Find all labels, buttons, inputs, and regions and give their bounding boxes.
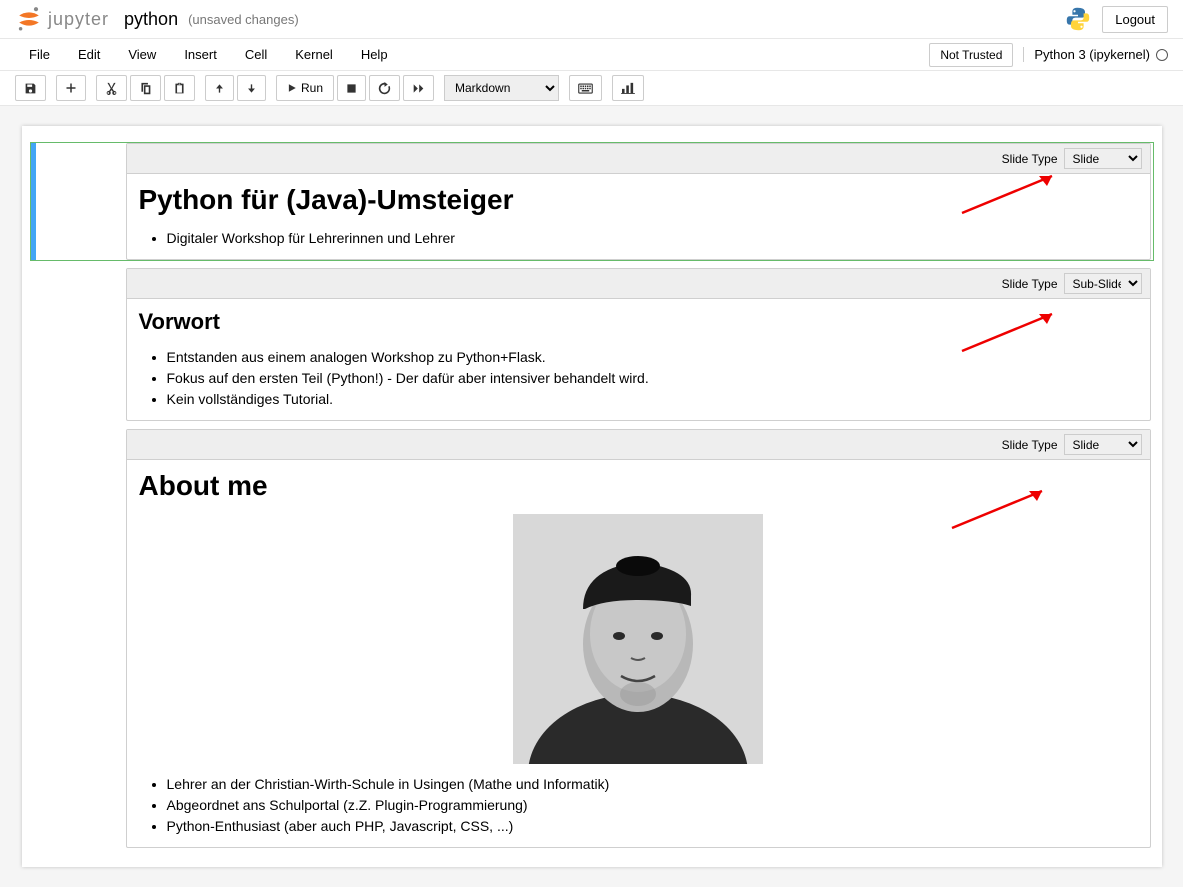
cut-icon (105, 82, 118, 95)
jupyter-logo-text: jupyter (48, 9, 109, 30)
cell-type-select[interactable]: Markdown (444, 75, 559, 101)
save-button[interactable] (15, 75, 46, 101)
fast-forward-icon (412, 83, 425, 94)
notebook-area: Slide Type Slide Python für (Java)-Umste… (0, 106, 1183, 887)
copy-icon (139, 82, 152, 95)
cell-toolbar: Slide Type Sub-Slide (127, 269, 1150, 299)
bar-chart-icon (621, 82, 635, 94)
slide-type-select[interactable]: Slide (1064, 434, 1142, 455)
not-trusted-button[interactable]: Not Trusted (929, 43, 1013, 67)
header-bar: jupyter python (unsaved changes) Logout (0, 0, 1183, 39)
move-up-button[interactable] (205, 75, 234, 101)
list-item: Entstanden aus einem analogen Workshop z… (167, 347, 1138, 368)
toolbar: Run Markdown (0, 71, 1183, 106)
restart-run-all-button[interactable] (403, 75, 434, 101)
slide-type-label: Slide Type (1002, 438, 1058, 452)
cell-bullet-list: Digitaler Workshop für Lehrerinnen und L… (139, 228, 1138, 249)
plus-icon (65, 82, 77, 94)
cell-heading: Python für (Java)-Umsteiger (139, 184, 1138, 216)
menu-help[interactable]: Help (347, 39, 402, 70)
cell-content[interactable]: About me Leh (127, 460, 1150, 847)
arrow-down-icon (246, 83, 257, 94)
insert-cell-button[interactable] (56, 75, 86, 101)
paste-icon (173, 82, 186, 95)
paste-button[interactable] (164, 75, 195, 101)
kernel-idle-icon (1156, 49, 1168, 61)
logout-button[interactable]: Logout (1102, 6, 1168, 33)
stop-icon (346, 83, 357, 94)
menu-edit[interactable]: Edit (64, 39, 114, 70)
save-status: (unsaved changes) (188, 12, 299, 27)
list-item: Lehrer an der Christian-Wirth-Schule in … (167, 774, 1138, 795)
cell-2[interactable]: Slide Type Slide About me (30, 428, 1154, 849)
portrait-photo (513, 514, 763, 764)
cell-prompt (36, 429, 126, 848)
run-label: Run (301, 81, 323, 95)
cell-content[interactable]: Vorwort Entstanden aus einem analogen Wo… (127, 299, 1150, 420)
list-item: Fokus auf den ersten Teil (Python!) - De… (167, 368, 1138, 389)
menu-insert[interactable]: Insert (170, 39, 231, 70)
copy-button[interactable] (130, 75, 161, 101)
cell-prompt (36, 143, 126, 260)
arrow-up-icon (214, 83, 225, 94)
keyboard-icon (578, 83, 593, 94)
cell-content[interactable]: Python für (Java)-Umsteiger Digitaler Wo… (127, 174, 1150, 259)
restart-icon (378, 82, 391, 95)
slide-type-label: Slide Type (1002, 277, 1058, 291)
menu-file[interactable]: File (15, 39, 64, 70)
notebook-name[interactable]: python (124, 9, 178, 30)
cell-body: Slide Type Slide Python für (Java)-Umste… (126, 143, 1151, 260)
cell-body: Slide Type Sub-Slide Vorwort Entstanden … (126, 268, 1151, 421)
list-item: Digitaler Workshop für Lehrerinnen und L… (167, 228, 1138, 249)
cell-heading: About me (139, 470, 1138, 502)
cell-bullet-list: Lehrer an der Christian-Wirth-Schule in … (139, 774, 1138, 837)
cell-0[interactable]: Slide Type Slide Python für (Java)-Umste… (30, 142, 1154, 261)
restart-button[interactable] (369, 75, 400, 101)
menu-cell[interactable]: Cell (231, 39, 281, 70)
cut-button[interactable] (96, 75, 127, 101)
slideshow-button[interactable] (612, 75, 644, 101)
slide-type-label: Slide Type (1002, 152, 1058, 166)
jupyter-logo[interactable]: jupyter (15, 5, 109, 33)
list-item: Abgeordnet ans Schulportal (z.Z. Plugin-… (167, 795, 1138, 816)
kernel-name[interactable]: Python 3 (ipykernel) (1023, 47, 1168, 62)
menu-kernel[interactable]: Kernel (281, 39, 347, 70)
menu-view[interactable]: View (114, 39, 170, 70)
interrupt-button[interactable] (337, 75, 366, 101)
run-button[interactable]: Run (276, 75, 334, 101)
notebook-container: Slide Type Slide Python für (Java)-Umste… (22, 126, 1162, 867)
cell-toolbar: Slide Type Slide (127, 144, 1150, 174)
cell-body: Slide Type Slide About me (126, 429, 1151, 848)
python-logo-icon (1064, 5, 1092, 33)
menu-list: File Edit View Insert Cell Kernel Help (15, 39, 402, 70)
cell-toolbar: Slide Type Slide (127, 430, 1150, 460)
cell-heading: Vorwort (139, 309, 1138, 335)
cell-prompt (36, 268, 126, 421)
cell-bullet-list: Entstanden aus einem analogen Workshop z… (139, 347, 1138, 410)
save-icon (24, 82, 37, 95)
jupyter-icon (15, 5, 43, 33)
kernel-name-text: Python 3 (ipykernel) (1034, 47, 1150, 62)
cell-1[interactable]: Slide Type Sub-Slide Vorwort Entstanden … (30, 267, 1154, 422)
slide-type-select[interactable]: Sub-Slide (1064, 273, 1142, 294)
menubar: File Edit View Insert Cell Kernel Help N… (0, 39, 1183, 71)
command-palette-button[interactable] (569, 75, 602, 101)
slide-type-select[interactable]: Slide (1064, 148, 1142, 169)
list-item: Kein vollständiges Tutorial. (167, 389, 1138, 410)
move-down-button[interactable] (237, 75, 266, 101)
list-item: Python-Enthusiast (aber auch PHP, Javasc… (167, 816, 1138, 837)
play-icon (287, 83, 297, 93)
